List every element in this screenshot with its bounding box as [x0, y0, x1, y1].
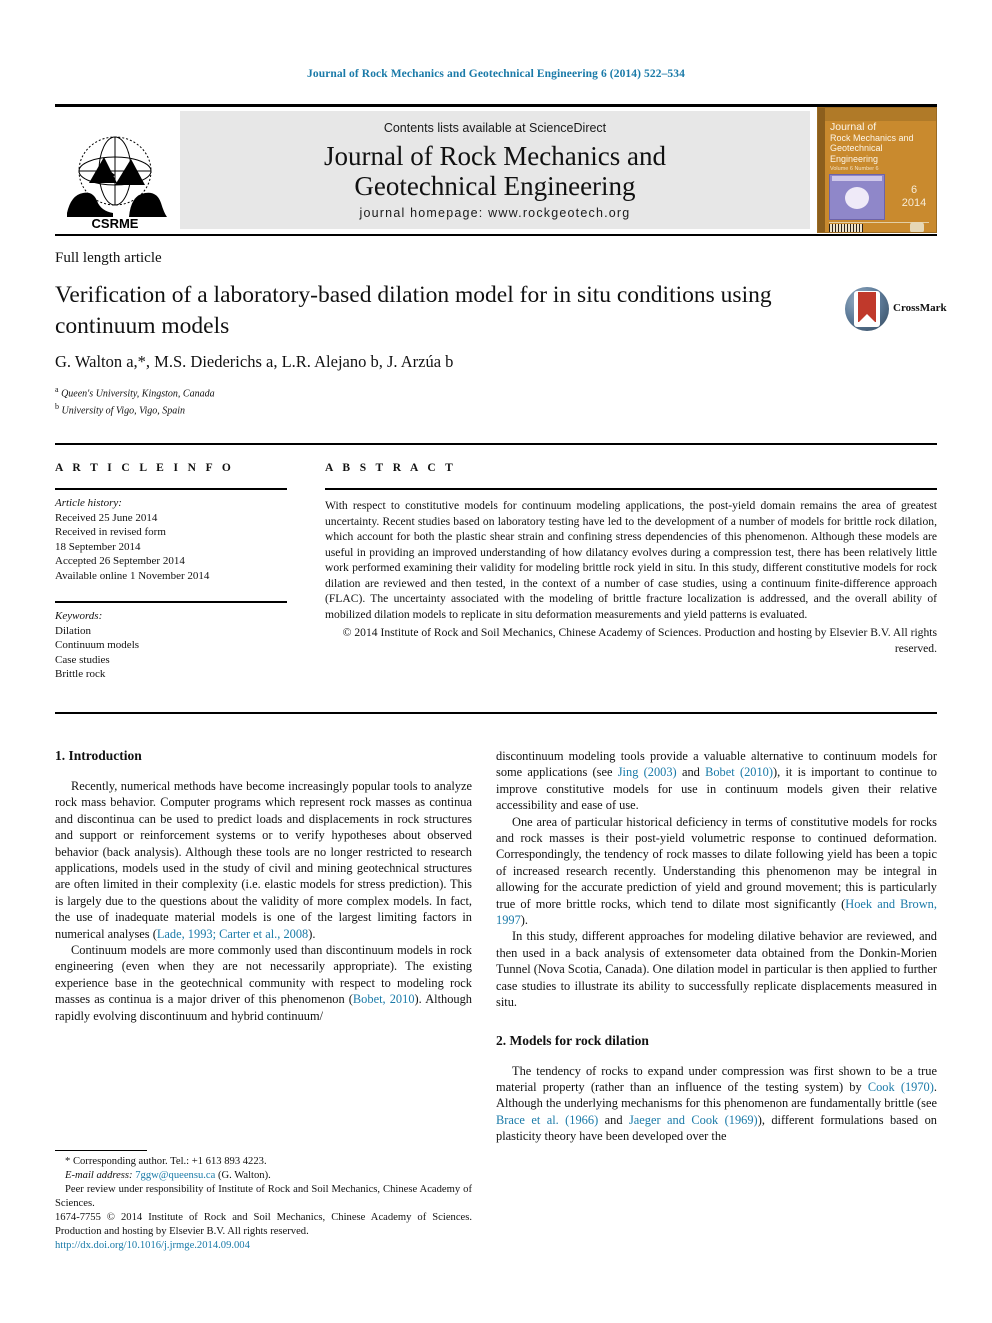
corresponding-author-note: * Corresponding author. Tel.: +1 613 893… [65, 1156, 267, 1167]
paragraph-text: Recently, numerical methods have become … [55, 779, 472, 941]
article-history: Article history: Received 25 June 2014 R… [55, 496, 287, 583]
abstract-heading: A B S T R A C T [325, 462, 457, 474]
cover-text: Journal of Rock Mechanics and Geotechnic… [830, 122, 934, 175]
crossmark-icon [845, 287, 889, 331]
keywords-label: Keywords: [55, 610, 103, 622]
history-item: Received 25 June 2014 [55, 511, 158, 524]
peer-review-note: Peer review under responsibility of Inst… [55, 1184, 472, 1209]
masthead-box: Contents lists available at ScienceDirec… [180, 111, 810, 229]
paragraph: discontinuum modeling tools provide a va… [496, 748, 937, 814]
csrme-logo-icon: CSRME [59, 129, 171, 231]
abstract-text: With respect to constitutive models for … [325, 499, 937, 621]
article-info-column: A R T I C L E I N F O Article history: R… [55, 462, 287, 682]
cover-thumbnail-figure [829, 174, 885, 220]
journal-cover-image: Journal of Rock Mechanics and Geotechnic… [817, 107, 937, 233]
paragraph-text-mid: and [676, 765, 706, 780]
cover-volume-year: 6 2014 [894, 184, 934, 210]
email-label: E-mail address: [65, 1170, 133, 1181]
affiliations: a Queen's University, Kingston, Canada b… [55, 383, 655, 418]
journal-masthead: CSRME Contents lists available at Scienc… [55, 107, 937, 233]
cover-line4: Engineering [830, 153, 879, 164]
keyword-item: Continuum models [55, 639, 140, 651]
history-item: Available online 1 November 2014 [55, 569, 210, 582]
info-divider-2 [55, 601, 287, 603]
cover-volume: 6 [910, 184, 918, 196]
doi-link[interactable]: http://dx.doi.org/10.1016/j.jrmge.2014.0… [55, 1239, 472, 1253]
affiliation-b-text: University of Vigo, Vigo, Spain [61, 405, 186, 417]
paragraph: In this study, different approaches for … [496, 929, 937, 1010]
footnote-rule [55, 1150, 147, 1151]
email-link[interactable]: 7ggw@queensu.ca [135, 1170, 215, 1181]
paragraph-text-mid: and [598, 1112, 629, 1127]
cover-year: 2014 [901, 197, 927, 209]
journal-title-line2: Geotechnical Engineering [354, 171, 636, 201]
cover-line1: Journal of [830, 121, 877, 133]
section-heading-models-for-rock-dilation: 2. Models for rock dilation [496, 1032, 649, 1048]
cover-thumbnail-caption-bar [832, 176, 882, 181]
info-divider-1 [55, 488, 287, 490]
cover-line3: Geotechnical [830, 143, 883, 153]
keyword-item: Dilation [55, 624, 92, 637]
keyword-item: Case studies [55, 653, 110, 666]
crossmark-label: CrossMark [893, 302, 947, 314]
cover-topbar [825, 108, 936, 121]
affiliation-a-text: Queen's University, Kingston, Canada [61, 388, 215, 400]
body-top-rule [55, 712, 937, 714]
paragraph: Recently, numerical methods have become … [55, 778, 472, 942]
article-info-heading: A R T I C L E I N F O [55, 462, 235, 474]
paragraph-text-tail: ). [520, 913, 529, 928]
svg-text:CSRME: CSRME [92, 216, 139, 231]
cover-line5: Volume 6 Number 6 [830, 166, 879, 172]
body-column-right: discontinuum modeling tools provide a va… [496, 748, 937, 1145]
title-line1: Verification of a laboratory-based dilat… [55, 282, 715, 308]
abstract-column: A B S T R A C T With respect to constitu… [325, 462, 937, 656]
keywords-block: Keywords: Dilation Continuum models Case… [55, 609, 287, 682]
crossmark-notch-shape [858, 314, 876, 323]
paragraph: Continuum models are more commonly used … [55, 942, 472, 1024]
section-heading-introduction: 1. Introduction [55, 748, 142, 763]
citation-link[interactable]: Lade, 1993; Carter et al., 2008 [157, 927, 308, 941]
running-head: Journal of Rock Mechanics and Geotechnic… [307, 68, 685, 80]
citation-link[interactable]: Bobet, 2010 [353, 992, 415, 1006]
citation-link[interactable]: Cook (1970) [868, 1080, 934, 1094]
footnote-block: * Corresponding author. Tel.: +1 613 893… [55, 1155, 472, 1253]
paragraph-text-tail: ). [308, 926, 316, 941]
body-column-left: 1. Introduction Recently, numerical meth… [55, 748, 472, 1024]
abstract-copyright: © 2014 Institute of Rock and Soil Mechan… [342, 626, 937, 655]
email-note: E-mail address: 7ggw@queensu.ca (G. Walt… [55, 1169, 472, 1183]
article-type-label: Full length article [55, 250, 162, 266]
cover-barcode-icon [829, 224, 863, 232]
affiliation-a: a Queen's University, Kingston, Canada [55, 385, 215, 400]
citation-link[interactable]: Jaeger and Cook (1969) [629, 1113, 758, 1127]
affiliation-b: b University of Vigo, Vigo, Spain [55, 402, 186, 417]
citation-link[interactable]: Jing (2003) [618, 765, 677, 779]
keyword-item: Brittle rock [55, 668, 106, 680]
citation-link[interactable]: Bobet (2010) [705, 765, 773, 779]
abstract-divider [325, 488, 937, 490]
email-suffix: (G. Walton). [217, 1170, 271, 1181]
journal-homepage-line: journal homepage: www.rockgeotech.org [359, 206, 631, 220]
paragraph: The tendency of rocks to expand under co… [496, 1063, 937, 1145]
paragraph: One area of particular historical defici… [496, 814, 937, 929]
history-item: Received in revised form [55, 526, 166, 538]
masthead-bottom-rule [55, 234, 937, 236]
journal-title: Journal of Rock Mechanics and Geotechnic… [180, 141, 810, 201]
author-list-text: G. Walton a,*, M.S. Diederichs a, L.R. A… [55, 352, 454, 371]
crossmark-badge[interactable]: CrossMark [845, 287, 947, 333]
page-title: Verification of a laboratory-based dilat… [55, 280, 825, 342]
cover-publisher-seal-icon [910, 222, 924, 232]
cover-line2: Rock Mechanics and [830, 132, 914, 143]
sciencedirect-contents-line: Contents lists available at ScienceDirec… [383, 121, 607, 135]
history-item: 18 September 2014 [55, 540, 141, 553]
info-top-rule [55, 443, 937, 445]
cover-thumbnail-shape [845, 187, 869, 209]
history-item: Accepted 26 September 2014 [55, 555, 185, 567]
issn-copyright-note: 1674-7755 © 2014 Institute of Rock and S… [55, 1212, 472, 1237]
article-history-label: Article history: [55, 497, 122, 509]
citation-link[interactable]: Brace et al. (1966) [496, 1113, 598, 1127]
journal-title-line1: Journal of Rock Mechanics and [324, 141, 666, 171]
author-list: G. Walton a,*, M.S. Diederichs a, L.R. A… [55, 352, 835, 372]
paper-page: Journal of Rock Mechanics and Geotechnic… [0, 0, 992, 1323]
cover-spine [818, 108, 825, 232]
